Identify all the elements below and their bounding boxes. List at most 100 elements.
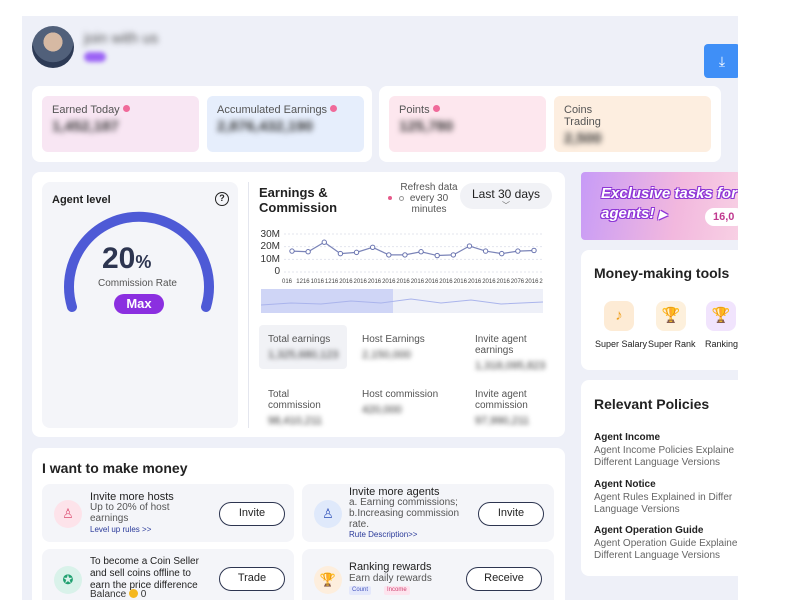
tool-label[interactable]: Super Salary — [595, 339, 647, 349]
stat-value: 125,780 — [399, 118, 454, 135]
policy-description[interactable]: Agent Income Policies Explaine Different … — [594, 445, 734, 469]
info-dot-icon — [330, 105, 338, 112]
data-point[interactable] — [482, 248, 489, 254]
data-point[interactable] — [450, 252, 457, 258]
rule-description-link[interactable]: Rute Description>> — [349, 530, 417, 539]
level-up-rules-link[interactable]: Level up rules >> — [90, 525, 151, 534]
stat-coins-trading[interactable]: Coins Trading 2,500 — [554, 96, 711, 152]
data-point[interactable] — [353, 249, 360, 256]
balance-line: Balance 0 — [90, 589, 147, 600]
commission-rate-label: Commission Rate — [98, 278, 177, 289]
x-tick-label: 2016 — [439, 279, 453, 285]
data-point[interactable] — [531, 247, 537, 254]
earnings-line-chart — [284, 233, 542, 273]
commission-percent: 20% — [102, 242, 152, 275]
stat-points[interactable]: Points 125,780 — [389, 96, 546, 152]
range-navigator[interactable] — [261, 289, 543, 313]
stat-value: 1,452,187 — [52, 118, 119, 135]
x-tick-label: 1216 — [296, 279, 310, 285]
stat-value: 2,876,432,190 — [217, 118, 313, 135]
data-point[interactable] — [337, 250, 344, 257]
stats-card-right: Points 125,780 Coins Trading 2,500 — [379, 86, 721, 162]
chevron-down-icon: ﹀ — [502, 201, 510, 210]
x-tick-label: 1016 — [310, 279, 324, 285]
total-commission-stat: Total commission 98,410,211 — [268, 389, 323, 427]
period-select[interactable]: Last 30 days ﹀ — [460, 183, 552, 210]
x-tick-label: 2076 — [510, 279, 525, 285]
x-tick-label: 2016 — [367, 279, 382, 285]
data-point[interactable] — [499, 250, 505, 257]
data-point[interactable] — [321, 239, 327, 245]
coin-icon — [128, 589, 138, 598]
legend-dot — [388, 196, 392, 200]
trade-button[interactable]: Trade — [219, 567, 285, 591]
data-point[interactable] — [402, 252, 408, 258]
data-point[interactable] — [289, 248, 295, 254]
stat-accumulated-earnings[interactable]: Accumulated Earnings 2,876,432,190 — [207, 96, 364, 152]
x-tick-label: 2016 — [525, 279, 539, 285]
policy-description[interactable]: Agent Operation Guide Explaine Different … — [594, 538, 737, 562]
policy-heading[interactable]: Agent Notice — [594, 479, 656, 490]
policies-title: Relevant Policies — [594, 396, 710, 412]
tool-label[interactable]: Ranking — [705, 339, 738, 349]
host-earnings-stat: Host Earnings 2,150,000 — [362, 334, 425, 361]
stat-label: Earned Today — [52, 104, 189, 116]
banner-counter: 16,0 — [705, 208, 738, 226]
x-tick-label: 016 — [282, 279, 293, 285]
invite-host-icon: ♙ — [54, 500, 82, 528]
refresh-note: Refresh data every 30 minutes — [400, 182, 458, 215]
x-tick-label: 2016 — [496, 279, 510, 285]
x-tick-label: 2016 — [482, 279, 496, 285]
stat-earned-today[interactable]: Earned Today 1,452,187 — [42, 96, 199, 152]
invite-agents-button[interactable]: Invite — [478, 502, 544, 526]
x-tick-label: 2016 — [382, 279, 396, 285]
divider — [248, 182, 249, 428]
data-point[interactable] — [418, 249, 424, 255]
income-tag: Income — [384, 586, 410, 595]
help-icon[interactable]: ? — [215, 192, 229, 206]
y-tick-label: 20M — [260, 241, 280, 252]
make-money-title: I want to make money — [42, 460, 188, 476]
y-tick-label: 0 — [274, 266, 280, 277]
stat-value: 2,500 — [564, 130, 602, 147]
tool-label[interactable]: Super Rank — [648, 339, 696, 349]
stats-card-left: Earned Today 1,452,187 Accumulated Earni… — [32, 86, 372, 162]
coin-icon[interactable]: ♪ — [604, 301, 634, 331]
ranking-rewards-desc: Earn daily rewards — [349, 573, 432, 584]
x-tick-label: 2 — [539, 279, 543, 285]
invite-agent-commission-stat: Invite agent commission 97,990,211 — [475, 389, 530, 427]
data-point[interactable] — [434, 252, 440, 259]
host-commission-stat: Host commission 420,000 — [362, 389, 439, 416]
data-point[interactable] — [386, 252, 392, 258]
invite-agent-icon: ♙ — [314, 500, 342, 528]
y-tick-label: 30M — [260, 229, 280, 240]
x-tick-label: 2016 — [339, 279, 353, 285]
navigator-selection[interactable] — [261, 289, 393, 313]
invite-hosts-button[interactable]: Invite — [219, 502, 285, 526]
x-tick-label: 2016 — [453, 279, 467, 285]
policy-heading[interactable]: Agent Operation Guide — [594, 525, 703, 536]
stat-label: Accumulated Earnings — [217, 104, 354, 116]
invite-agent-earnings-stat: Invite agent earnings 1,318,095,823 — [475, 334, 546, 372]
download-button[interactable]: ⤓ — [704, 44, 738, 78]
policy-description[interactable]: Agent Rules Explained in Differ Language … — [594, 492, 732, 516]
user-name: join with us — [84, 30, 159, 47]
total-earnings-stat: Total earnings 1,325,680,123 — [268, 334, 339, 361]
data-point[interactable] — [305, 249, 311, 255]
earnings-title: Earnings & Commission — [259, 185, 338, 215]
coin-seller-icon: ✪ — [54, 566, 82, 594]
x-tick-label: 1216 — [324, 279, 339, 285]
trophy-icon[interactable]: 🏆 — [656, 301, 686, 331]
agent-level-title: Agent level — [52, 194, 111, 206]
receive-button[interactable]: Receive — [466, 567, 542, 591]
data-point[interactable] — [466, 243, 473, 249]
avatar[interactable] — [32, 26, 74, 68]
ranking-trophy-icon[interactable]: 🏆 — [706, 301, 736, 331]
data-point[interactable] — [369, 244, 376, 250]
policy-heading[interactable]: Agent Income — [594, 432, 660, 443]
ranking-rewards-title: Ranking rewards — [349, 561, 432, 573]
exclusive-tasks-banner[interactable]: Exclusive tasks for agents! ▶ 16,0 — [581, 172, 738, 240]
info-dot-icon — [122, 105, 130, 112]
data-point[interactable] — [515, 248, 521, 254]
x-tick-label: 2016 — [353, 279, 367, 285]
